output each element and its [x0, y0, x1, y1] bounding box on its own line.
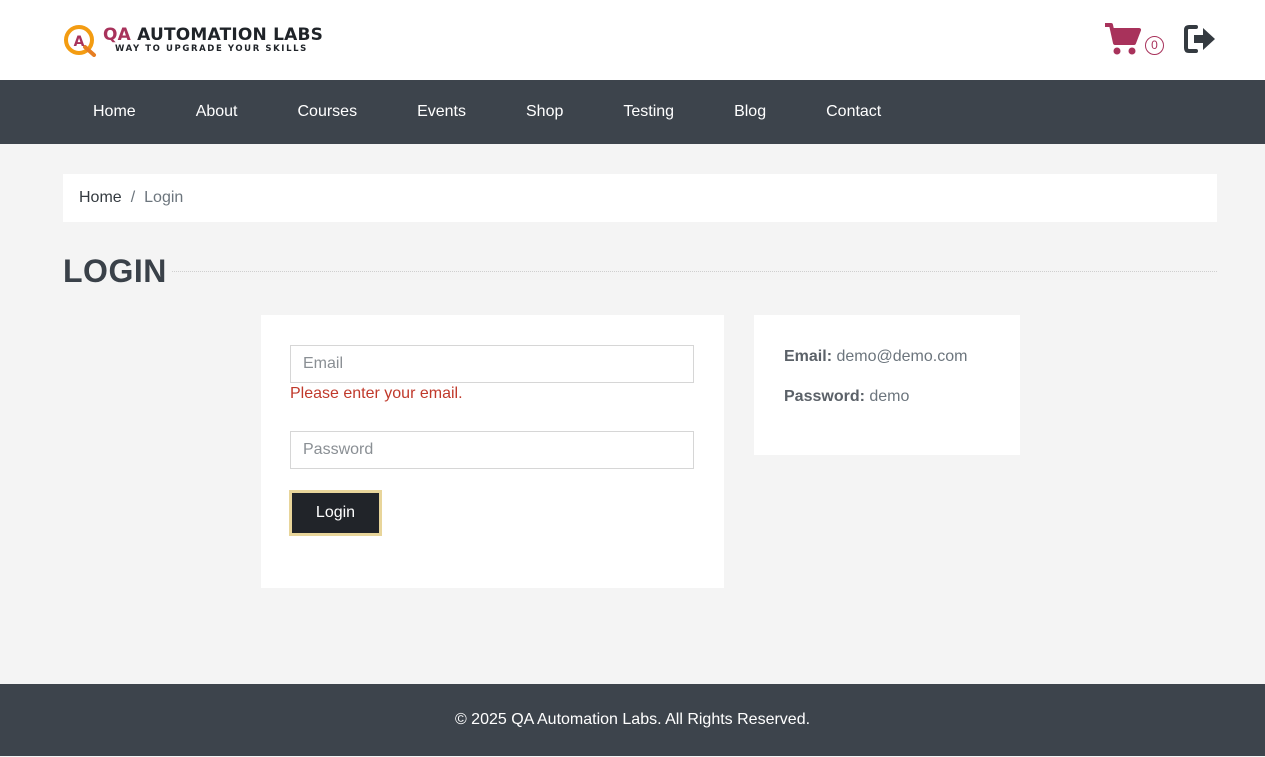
nav-item-about[interactable]: About — [166, 80, 268, 144]
main-nav: Home About Courses Events Shop Testing B… — [0, 80, 1265, 144]
nav-item-shop[interactable]: Shop — [496, 80, 593, 144]
nav-item-contact[interactable]: Contact — [796, 80, 911, 144]
demo-password-line: Password: demo — [784, 388, 909, 406]
email-input[interactable] — [290, 345, 694, 383]
logo-title: QA AUTOMATION LABS — [103, 26, 323, 44]
page-title: LOGIN — [63, 253, 167, 289]
nav-item-events[interactable]: Events — [387, 80, 496, 144]
breadcrumb-current: Login — [144, 189, 184, 206]
footer-copyright: © 2025 QA Automation Labs. All Rights Re… — [454, 711, 811, 728]
site-header: A QA AUTOMATION LABS WAY TO UPGRADE YOUR… — [0, 0, 1265, 80]
cart-button[interactable]: 0 — [1104, 20, 1166, 60]
login-button[interactable]: Login — [289, 490, 382, 536]
logout-icon — [1184, 25, 1215, 53]
logo-text: QA AUTOMATION LABS WAY TO UPGRADE YOUR S… — [103, 26, 323, 55]
title-divider — [172, 271, 1217, 272]
site-footer: © 2025 QA Automation Labs. All Rights Re… — [0, 684, 1265, 756]
demo-email-line: Email: demo@demo.com — [784, 348, 967, 366]
demo-email-label: Email: — [784, 348, 833, 365]
login-form: Please enter your email. Login — [261, 315, 724, 588]
demo-credentials-card: Email: demo@demo.com Password: demo — [754, 315, 1020, 455]
email-error-message: Please enter your email. — [290, 385, 463, 402]
nav-item-blog[interactable]: Blog — [704, 80, 796, 144]
logo-title-rest: AUTOMATION LABS — [131, 24, 324, 45]
logout-button[interactable] — [1183, 24, 1217, 54]
site-logo[interactable]: A QA AUTOMATION LABS WAY TO UPGRADE YOUR… — [63, 22, 323, 58]
password-input[interactable] — [290, 431, 694, 469]
breadcrumb: Home / Login — [63, 174, 1217, 222]
nav-item-testing[interactable]: Testing — [593, 80, 704, 144]
nav-item-home[interactable]: Home — [63, 80, 166, 144]
demo-email-value: demo@demo.com — [832, 348, 968, 365]
logo-title-highlight: QA — [103, 24, 132, 45]
demo-password-label: Password: — [784, 388, 865, 405]
breadcrumb-home-link[interactable]: Home — [79, 189, 122, 207]
demo-password-value: demo — [864, 388, 910, 405]
breadcrumb-separator: / — [130, 189, 136, 206]
logo-mark-icon: A — [63, 23, 97, 57]
logo-tagline: WAY TO UPGRADE YOUR SKILLS — [115, 43, 308, 54]
cart-icon — [1105, 23, 1141, 55]
svg-text:A: A — [74, 34, 85, 50]
cart-count-badge: 0 — [1145, 36, 1164, 55]
nav-item-courses[interactable]: Courses — [268, 80, 388, 144]
